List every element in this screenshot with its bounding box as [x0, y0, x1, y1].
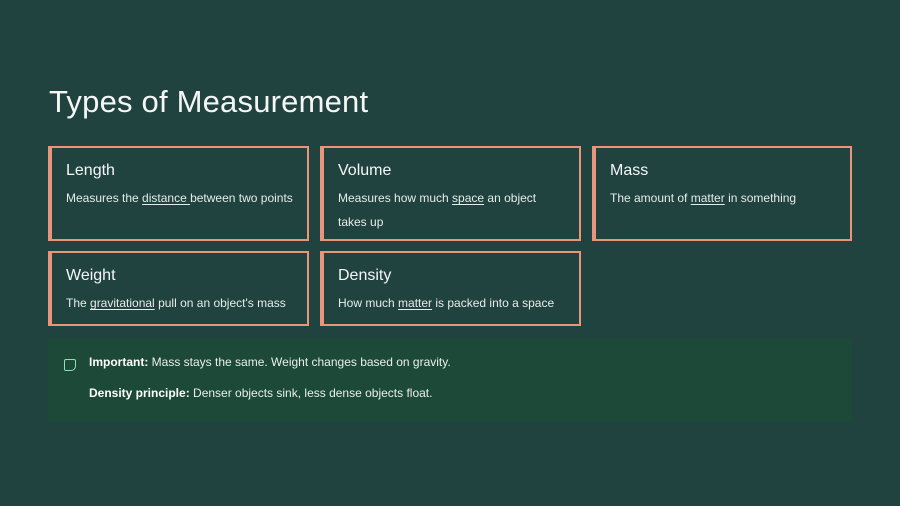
card-description: Measures how much space an object takes … [338, 186, 567, 234]
card-title: Weight [66, 267, 116, 284]
card-title: Mass [610, 162, 649, 179]
desc-text: in something [724, 191, 797, 205]
note-label: Important: [89, 355, 149, 369]
note-line-density-principle: Density principle: Denser objects sink, … [89, 385, 432, 401]
note-label: Density principle: [89, 386, 190, 400]
note-line-important: Important: Mass stays the same. Weight c… [89, 354, 451, 370]
card-description: The amount of matter in something [610, 186, 838, 210]
glossary-link[interactable]: space [452, 191, 484, 205]
card-title: Density [338, 267, 392, 284]
card-title: Volume [338, 162, 392, 179]
desc-text: is packed into a space [432, 296, 555, 310]
card-description: The gravitational pull on an object's ma… [66, 291, 295, 315]
glossary-link[interactable]: matter [398, 296, 432, 310]
desc-text: between two points [190, 191, 293, 205]
card-description: Measures the distance between two points [66, 186, 295, 210]
card-volume: Volume Measures how much space an object… [320, 146, 581, 241]
desc-text: Measures how much [338, 191, 453, 205]
note-callout: Important: Mass stays the same. Weight c… [48, 339, 852, 422]
card-length: Length Measures the distance between two… [48, 146, 309, 241]
page-title: Types of Measurement [49, 84, 369, 119]
glossary-link[interactable]: gravitational [90, 296, 155, 310]
desc-text: The amount of [610, 191, 691, 205]
desc-text: Measures the [66, 191, 143, 205]
card-mass: Mass The amount of matter in something [592, 146, 852, 241]
desc-text: How much [338, 296, 399, 310]
desc-text: pull on an object's mass [154, 296, 286, 310]
note-text: Denser objects sink, less dense objects … [189, 386, 433, 400]
desc-text: The [66, 296, 91, 310]
glossary-link[interactable]: distance [142, 191, 190, 205]
glossary-link[interactable]: matter [691, 191, 725, 205]
card-title: Length [66, 162, 115, 179]
card-density: Density How much matter is packed into a… [320, 251, 581, 326]
card-description: How much matter is packed into a space [338, 291, 567, 315]
note-icon [64, 359, 76, 371]
note-text: Mass stays the same. Weight changes base… [148, 355, 451, 369]
card-weight: Weight The gravitational pull on an obje… [48, 251, 309, 326]
